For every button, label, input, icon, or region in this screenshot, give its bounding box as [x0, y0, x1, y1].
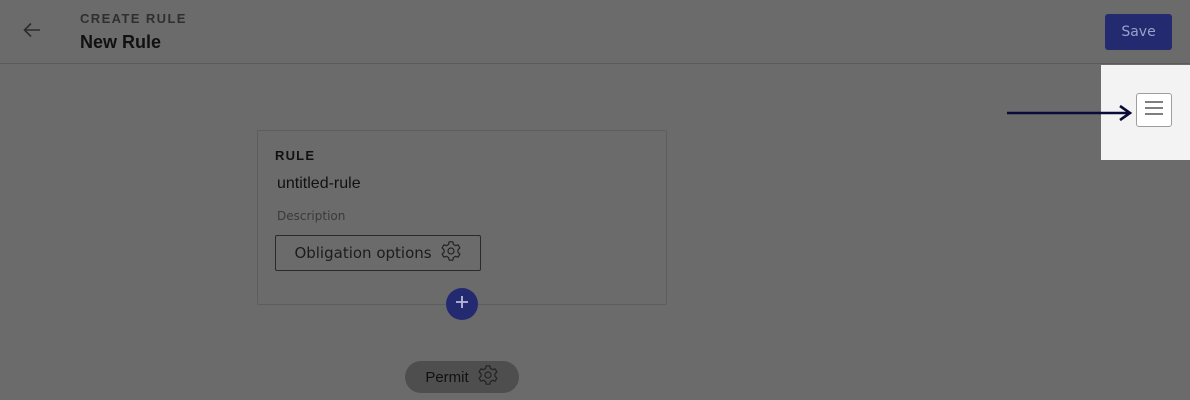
permit-chip[interactable]: Permit: [405, 361, 519, 393]
rule-name-field[interactable]: untitled-rule: [277, 175, 361, 193]
obligation-options-label: Obligation options: [294, 244, 432, 262]
card-heading: RULE: [275, 148, 316, 163]
description-field[interactable]: Description: [277, 209, 345, 223]
save-button[interactable]: Save: [1105, 14, 1172, 50]
back-button[interactable]: [18, 18, 46, 46]
pointer-arrow: [1007, 104, 1133, 122]
menu-button[interactable]: [1136, 93, 1172, 127]
permit-label: Permit: [425, 368, 469, 386]
arrow-left-icon: [23, 22, 41, 43]
gear-icon: [477, 364, 499, 390]
rule-card: RULE untitled-rule Description Obligatio…: [257, 130, 667, 305]
top-header: CREATE RULE New Rule Save: [0, 0, 1190, 64]
page-title: New Rule: [80, 32, 162, 52]
obligation-options-button[interactable]: Obligation options: [275, 235, 481, 271]
gear-icon: [440, 240, 462, 266]
page-eyebrow: CREATE RULE: [80, 11, 187, 26]
plus-icon: [454, 294, 470, 315]
hamburger-menu-icon: [1144, 100, 1164, 120]
add-button[interactable]: [446, 288, 478, 320]
